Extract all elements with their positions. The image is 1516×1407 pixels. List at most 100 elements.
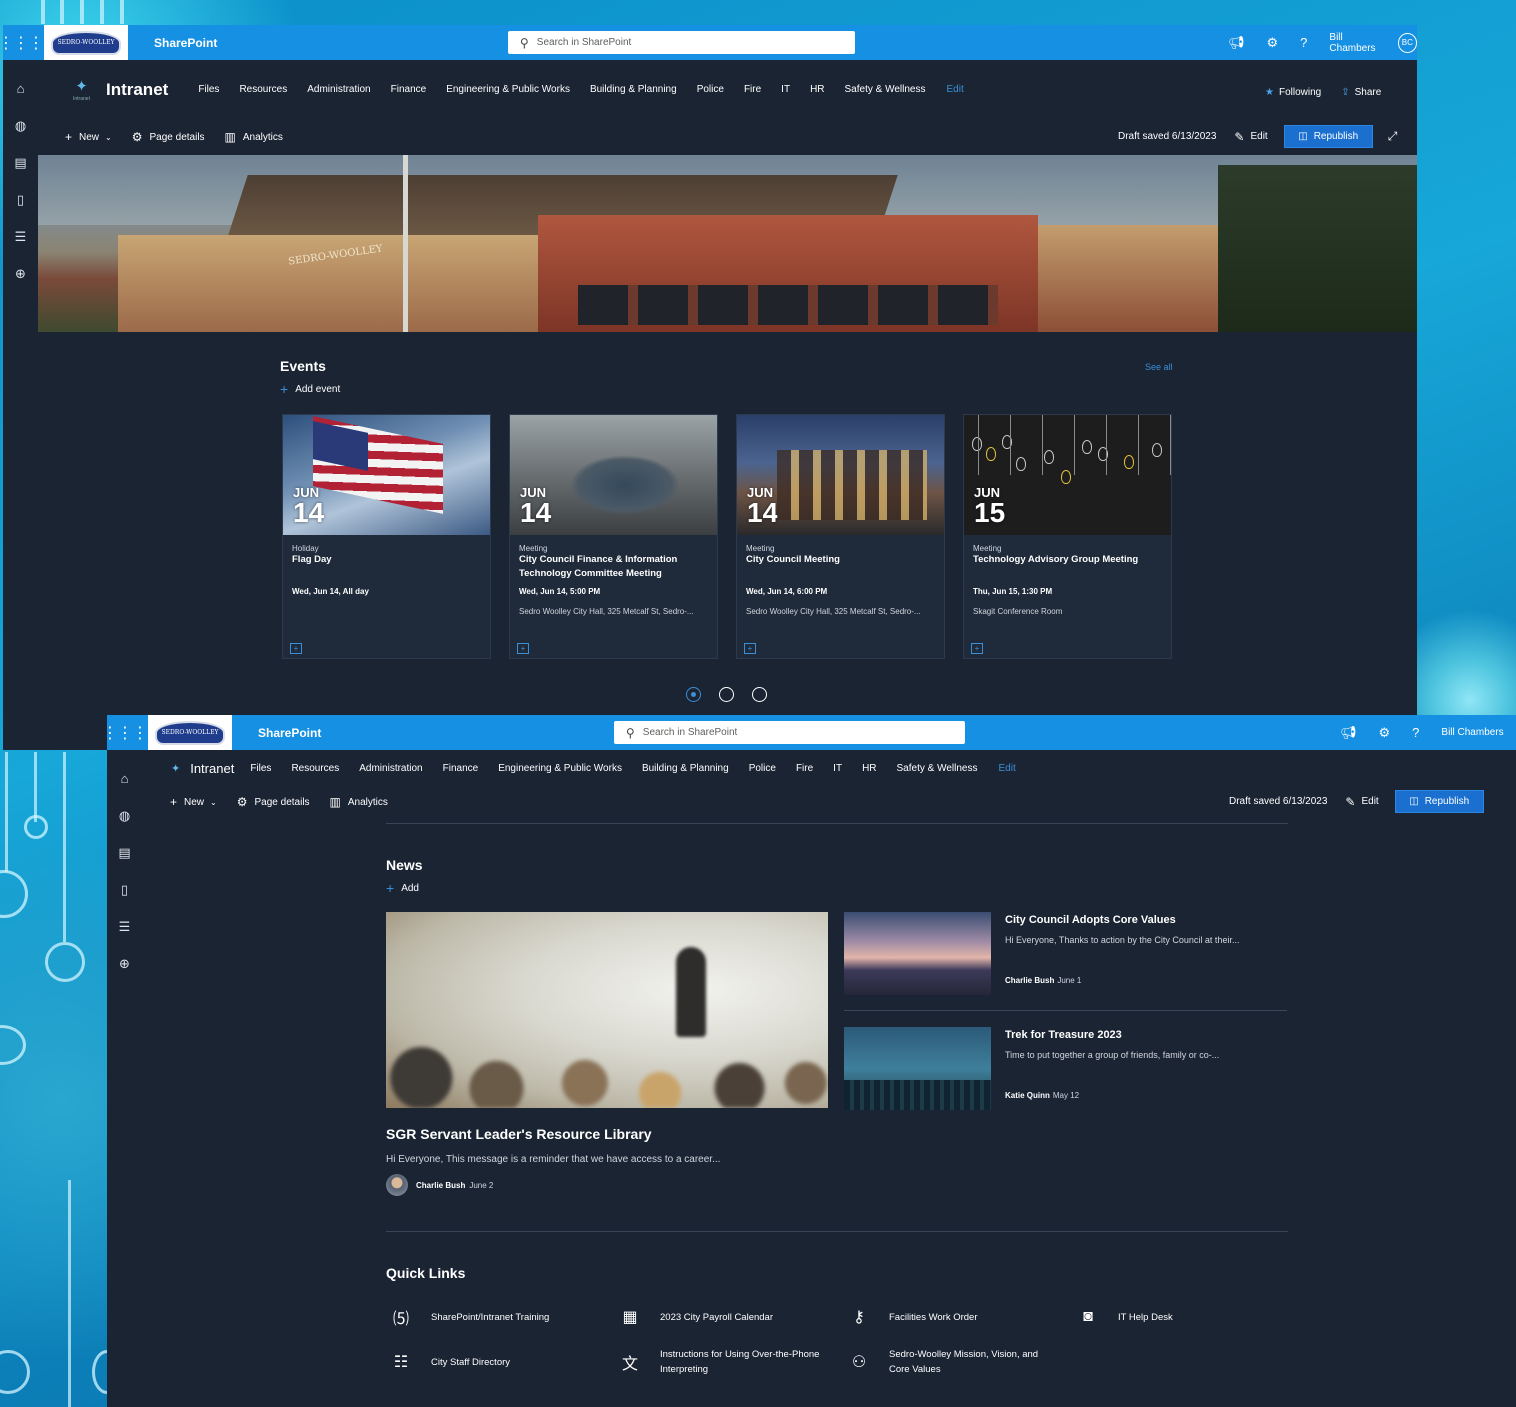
nav-item-administration[interactable]: Administration (307, 84, 370, 95)
analytics-button[interactable]: ▥ Analytics (225, 130, 283, 144)
new-button[interactable]: + New ⌄ (170, 795, 217, 809)
add-to-calendar-icon[interactable]: + (971, 643, 983, 654)
lists-icon[interactable]: ☰ (3, 218, 38, 255)
nav-item-building-planning[interactable]: Building & Planning (642, 763, 729, 774)
nav-item-resources[interactable]: Resources (239, 84, 287, 95)
app-name[interactable]: SharePoint (154, 36, 217, 50)
pager-dot-2[interactable] (719, 687, 734, 702)
user-name[interactable]: Bill Chambers (1329, 32, 1389, 54)
nav-item-safety[interactable]: Safety & Wellness (897, 763, 978, 774)
megaphone-icon[interactable]: 📢︎ (1228, 35, 1245, 51)
document-icon[interactable]: ▯ (107, 871, 142, 908)
site-title[interactable]: Intranet (190, 761, 234, 776)
nav-item-police[interactable]: Police (749, 763, 776, 774)
nav-item-finance[interactable]: Finance (443, 763, 479, 774)
news-item[interactable]: City Council Adopts Core Values Hi Every… (844, 912, 1287, 1000)
globe-icon[interactable]: ◍ (107, 797, 142, 834)
republish-button[interactable]: ◫ Republish (1283, 125, 1373, 148)
nav-item-hr[interactable]: HR (810, 84, 824, 95)
nav-item-fire[interactable]: Fire (744, 84, 761, 95)
event-card[interactable]: JUN 14 Meeting City Council Finance & In… (509, 414, 718, 659)
globe-icon[interactable]: ◍ (3, 107, 38, 144)
event-card[interactable]: JUN 15 Meeting Technology Advisory Group… (963, 414, 1172, 659)
edit-button[interactable]: Edit (1250, 131, 1267, 142)
add-to-calendar-icon[interactable]: + (517, 643, 529, 654)
analytics-button[interactable]: ▥ Analytics (330, 795, 388, 809)
home-icon[interactable]: ⌂ (107, 760, 142, 797)
page-details-button[interactable]: ⚙ Page details (132, 130, 205, 144)
search-input[interactable]: ⚲ Search in SharePoint (508, 31, 855, 54)
nav-item-building-planning[interactable]: Building & Planning (590, 84, 677, 95)
gear-icon[interactable]: ⚙ (1379, 725, 1391, 741)
news-icon[interactable]: ▤ (3, 144, 38, 181)
add-event-button[interactable]: + Add event (280, 381, 340, 397)
page-details-button[interactable]: ⚙ Page details (237, 795, 310, 809)
user-avatar[interactable]: BC (1397, 32, 1417, 53)
event-time: Wed, Jun 14, All day (292, 587, 369, 596)
user-name[interactable]: Bill Chambers (1441, 727, 1503, 738)
organization-logo[interactable]: SEDRO-WOOLLEY (44, 25, 128, 60)
featured-news-image[interactable] (386, 912, 828, 1108)
app-launcher-icon[interactable]: ⋮⋮⋮ (3, 25, 44, 60)
quick-link[interactable]: ◙ IT Help Desk (1073, 1302, 1302, 1332)
nav-item-engineering[interactable]: Engineering & Public Works (498, 763, 622, 774)
pager-dot-1[interactable] (686, 687, 701, 702)
create-icon[interactable]: ⊕ (107, 945, 142, 982)
site-title[interactable]: Intranet (106, 80, 168, 100)
event-card[interactable]: JUN 14 Meeting City Council Meeting Wed,… (736, 414, 945, 659)
nav-item-engineering[interactable]: Engineering & Public Works (446, 84, 570, 95)
new-button[interactable]: + New ⌄ (65, 130, 112, 144)
nav-item-hr[interactable]: HR (862, 763, 876, 774)
news-item[interactable]: Trek for Treasure 2023 Time to put toget… (844, 1027, 1287, 1115)
event-card[interactable]: JUN 14 Holiday Flag Day Wed, Jun 14, All… (282, 414, 491, 659)
nav-item-it[interactable]: IT (781, 84, 790, 95)
quick-link[interactable]: ⚇ Sedro-Woolley Mission, Vision, and Core… (844, 1347, 1073, 1377)
nav-item-administration[interactable]: Administration (359, 763, 422, 774)
quick-link[interactable]: 文 Instructions for Using Over-the-Phone I… (615, 1347, 844, 1377)
gear-icon[interactable]: ⚙ (1267, 35, 1279, 51)
app-name[interactable]: SharePoint (258, 726, 321, 740)
expand-icon[interactable]: ⤢ (1388, 129, 1398, 144)
edit-button[interactable]: Edit (1361, 796, 1378, 807)
see-all-events-link[interactable]: See all (1145, 362, 1173, 372)
lists-icon[interactable]: ☰ (107, 908, 142, 945)
nav-edit-link[interactable]: Edit (946, 84, 963, 95)
quick-link[interactable]: ⚷ Facilities Work Order (844, 1302, 1073, 1332)
add-to-calendar-icon[interactable]: + (290, 643, 302, 654)
nav-item-safety[interactable]: Safety & Wellness (845, 84, 926, 95)
author-name[interactable]: Charlie Bush (416, 1181, 465, 1190)
site-logo-icon[interactable]: ✦ Intranet (73, 77, 90, 102)
nav-item-resources[interactable]: Resources (291, 763, 339, 774)
help-icon[interactable]: ? (1300, 35, 1307, 50)
megaphone-icon[interactable]: 📢︎ (1340, 725, 1357, 741)
quick-link[interactable]: ▦ 2023 City Payroll Calendar (615, 1302, 844, 1332)
home-icon[interactable]: ⌂ (3, 70, 38, 107)
nav-item-finance[interactable]: Finance (391, 84, 427, 95)
nav-edit-link[interactable]: Edit (998, 763, 1015, 774)
add-news-button[interactable]: + Add (386, 880, 419, 896)
nav-item-files[interactable]: Files (250, 763, 271, 774)
document-icon[interactable]: ▯ (3, 181, 38, 218)
news-title[interactable]: Trek for Treasure 2023 (1005, 1029, 1287, 1041)
organization-logo[interactable]: SEDRO-WOOLLEY (148, 715, 232, 750)
following-button[interactable]: Following (1279, 87, 1321, 98)
nav-item-police[interactable]: Police (697, 84, 724, 95)
nav-item-it[interactable]: IT (833, 763, 842, 774)
search-input[interactable]: ⚲ Search in SharePoint (614, 721, 965, 744)
news-title[interactable]: City Council Adopts Core Values (1005, 914, 1287, 926)
app-launcher-icon[interactable]: ⋮⋮⋮ (107, 715, 148, 750)
site-logo-icon[interactable]: ✦ (171, 762, 180, 775)
quick-link[interactable]: ⑸ SharePoint/Intranet Training (386, 1302, 615, 1332)
create-icon[interactable]: ⊕ (3, 255, 38, 292)
featured-news-title[interactable]: SGR Servant Leader's Resource Library (386, 1126, 652, 1142)
camera-frame-icon: ◙ (1083, 1308, 1093, 1325)
share-button[interactable]: Share (1355, 87, 1382, 98)
nav-item-files[interactable]: Files (198, 84, 219, 95)
nav-item-fire[interactable]: Fire (796, 763, 813, 774)
add-to-calendar-icon[interactable]: + (744, 643, 756, 654)
pager-dot-3[interactable] (752, 687, 767, 702)
quick-link[interactable]: ☷ City Staff Directory (386, 1347, 615, 1377)
help-icon[interactable]: ? (1412, 725, 1419, 740)
news-icon[interactable]: ▤ (107, 834, 142, 871)
republish-button[interactable]: ◫ Republish (1394, 790, 1484, 813)
